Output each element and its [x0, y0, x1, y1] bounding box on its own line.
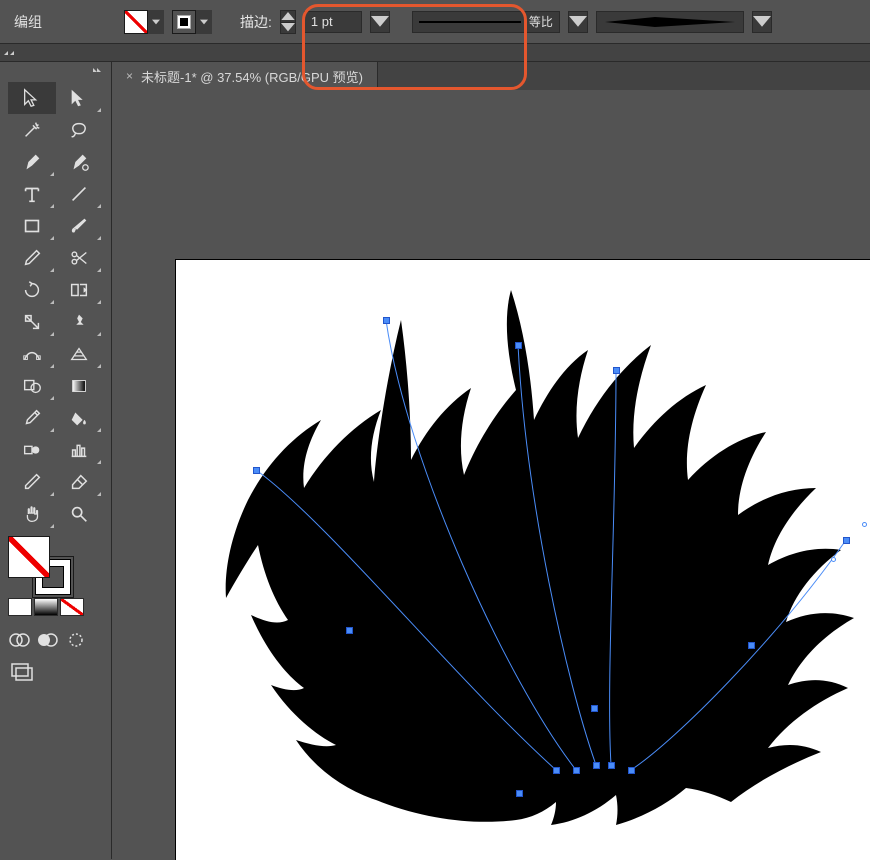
fill-swatch-group[interactable]: [124, 10, 164, 34]
anchor-point[interactable]: [515, 342, 522, 349]
stroke-swatch-menu[interactable]: [196, 10, 212, 34]
canvas-region[interactable]: [112, 90, 870, 859]
reflect-tool[interactable]: [56, 274, 104, 306]
stroke-weight-menu[interactable]: [370, 11, 390, 33]
stroke-weight-label: 描边:: [240, 12, 272, 32]
anchor-point[interactable]: [593, 762, 600, 769]
draw-normal-icon[interactable]: [8, 630, 32, 650]
hand-tool[interactable]: [8, 498, 56, 530]
stroke-swatch[interactable]: [172, 10, 196, 34]
rectangle-tool[interactable]: [8, 210, 56, 242]
perspective-grid-tool[interactable]: [56, 338, 104, 370]
gradient-tool[interactable]: [56, 370, 104, 402]
handle-point[interactable]: [831, 557, 836, 562]
stroke-weight-input[interactable]: [304, 11, 362, 33]
document-tab-bar: × 未标题-1* @ 37.54% (RGB/GPU 预览): [112, 62, 870, 90]
stroke-swatch-group[interactable]: [172, 10, 212, 34]
zoom-tool[interactable]: [56, 498, 104, 530]
selection-tool[interactable]: [8, 82, 56, 114]
direct-selection-tool[interactable]: [56, 82, 104, 114]
anchor-point[interactable]: [516, 790, 523, 797]
anchor-point[interactable]: [553, 767, 560, 774]
shape-builder-tool[interactable]: [8, 370, 56, 402]
magic-wand-tool[interactable]: [8, 114, 56, 146]
anchor-point[interactable]: [591, 705, 598, 712]
anchor-point[interactable]: [628, 767, 635, 774]
curvature-pen-tool[interactable]: [56, 146, 104, 178]
artboard[interactable]: [176, 260, 870, 860]
anchor-point[interactable]: [843, 537, 850, 544]
column-graph-tool[interactable]: [56, 434, 104, 466]
eraser-tool[interactable]: [56, 466, 104, 498]
close-icon[interactable]: ×: [126, 69, 133, 83]
line-segment-tool[interactable]: [56, 178, 104, 210]
eyedropper-tool[interactable]: [8, 402, 56, 434]
fill-stroke-indicator[interactable]: [0, 532, 111, 594]
slice-tool[interactable]: [8, 466, 56, 498]
fill-swatch[interactable]: [124, 10, 148, 34]
anchor-point[interactable]: [613, 367, 620, 374]
variable-width-profile[interactable]: 等比: [412, 11, 560, 33]
anchor-point[interactable]: [573, 767, 580, 774]
brush-definition-menu[interactable]: [752, 11, 772, 33]
pencil-tool[interactable]: [8, 242, 56, 274]
anchor-point[interactable]: [346, 627, 353, 634]
scissors-tool[interactable]: [56, 242, 104, 274]
variable-width-profile-menu[interactable]: [568, 11, 588, 33]
stroke-weight-stepper[interactable]: [280, 10, 296, 34]
lasso-tool[interactable]: [56, 114, 104, 146]
fill-color-swatch[interactable]: [8, 536, 50, 578]
scale-tool[interactable]: [8, 306, 56, 338]
anchor-point[interactable]: [748, 642, 755, 649]
anchor-point[interactable]: [608, 762, 615, 769]
pushpin-tool[interactable]: [56, 306, 104, 338]
fill-swatch-menu[interactable]: [148, 10, 164, 34]
color-mode-solid[interactable]: [8, 598, 32, 616]
stroke-weight-up[interactable]: [281, 11, 295, 22]
type-tool[interactable]: [8, 178, 56, 210]
blend-tool[interactable]: [8, 434, 56, 466]
draw-behind-icon[interactable]: [36, 630, 60, 650]
document-tab[interactable]: × 未标题-1* @ 37.54% (RGB/GPU 预览): [112, 62, 378, 90]
color-mode-none[interactable]: [60, 598, 84, 616]
stroke-weight-down[interactable]: [281, 22, 295, 33]
leaf-artwork[interactable]: [176, 260, 870, 860]
rotate-tool[interactable]: [8, 274, 56, 306]
panel-collapse-button[interactable]: [0, 44, 870, 62]
top-options-bar: 编组 描边: 等比: [0, 0, 870, 44]
screen-mode-icon[interactable]: [8, 660, 36, 682]
section-label: 编组: [8, 12, 48, 32]
draw-inside-icon[interactable]: [64, 630, 88, 650]
pen-tool[interactable]: [8, 146, 56, 178]
anchor-point[interactable]: [383, 317, 390, 324]
paintbrush-tool[interactable]: [56, 210, 104, 242]
color-mode-gradient[interactable]: [34, 598, 58, 616]
tool-panel: [0, 62, 112, 859]
document-title: 未标题-1* @ 37.54% (RGB/GPU 预览): [141, 67, 363, 86]
anchor-point[interactable]: [253, 467, 260, 474]
handle-point[interactable]: [862, 522, 867, 527]
live-paint-bucket-tool[interactable]: [56, 402, 104, 434]
tool-panel-collapse[interactable]: [0, 66, 111, 80]
width-tool[interactable]: [8, 338, 56, 370]
brush-definition[interactable]: [596, 11, 744, 33]
